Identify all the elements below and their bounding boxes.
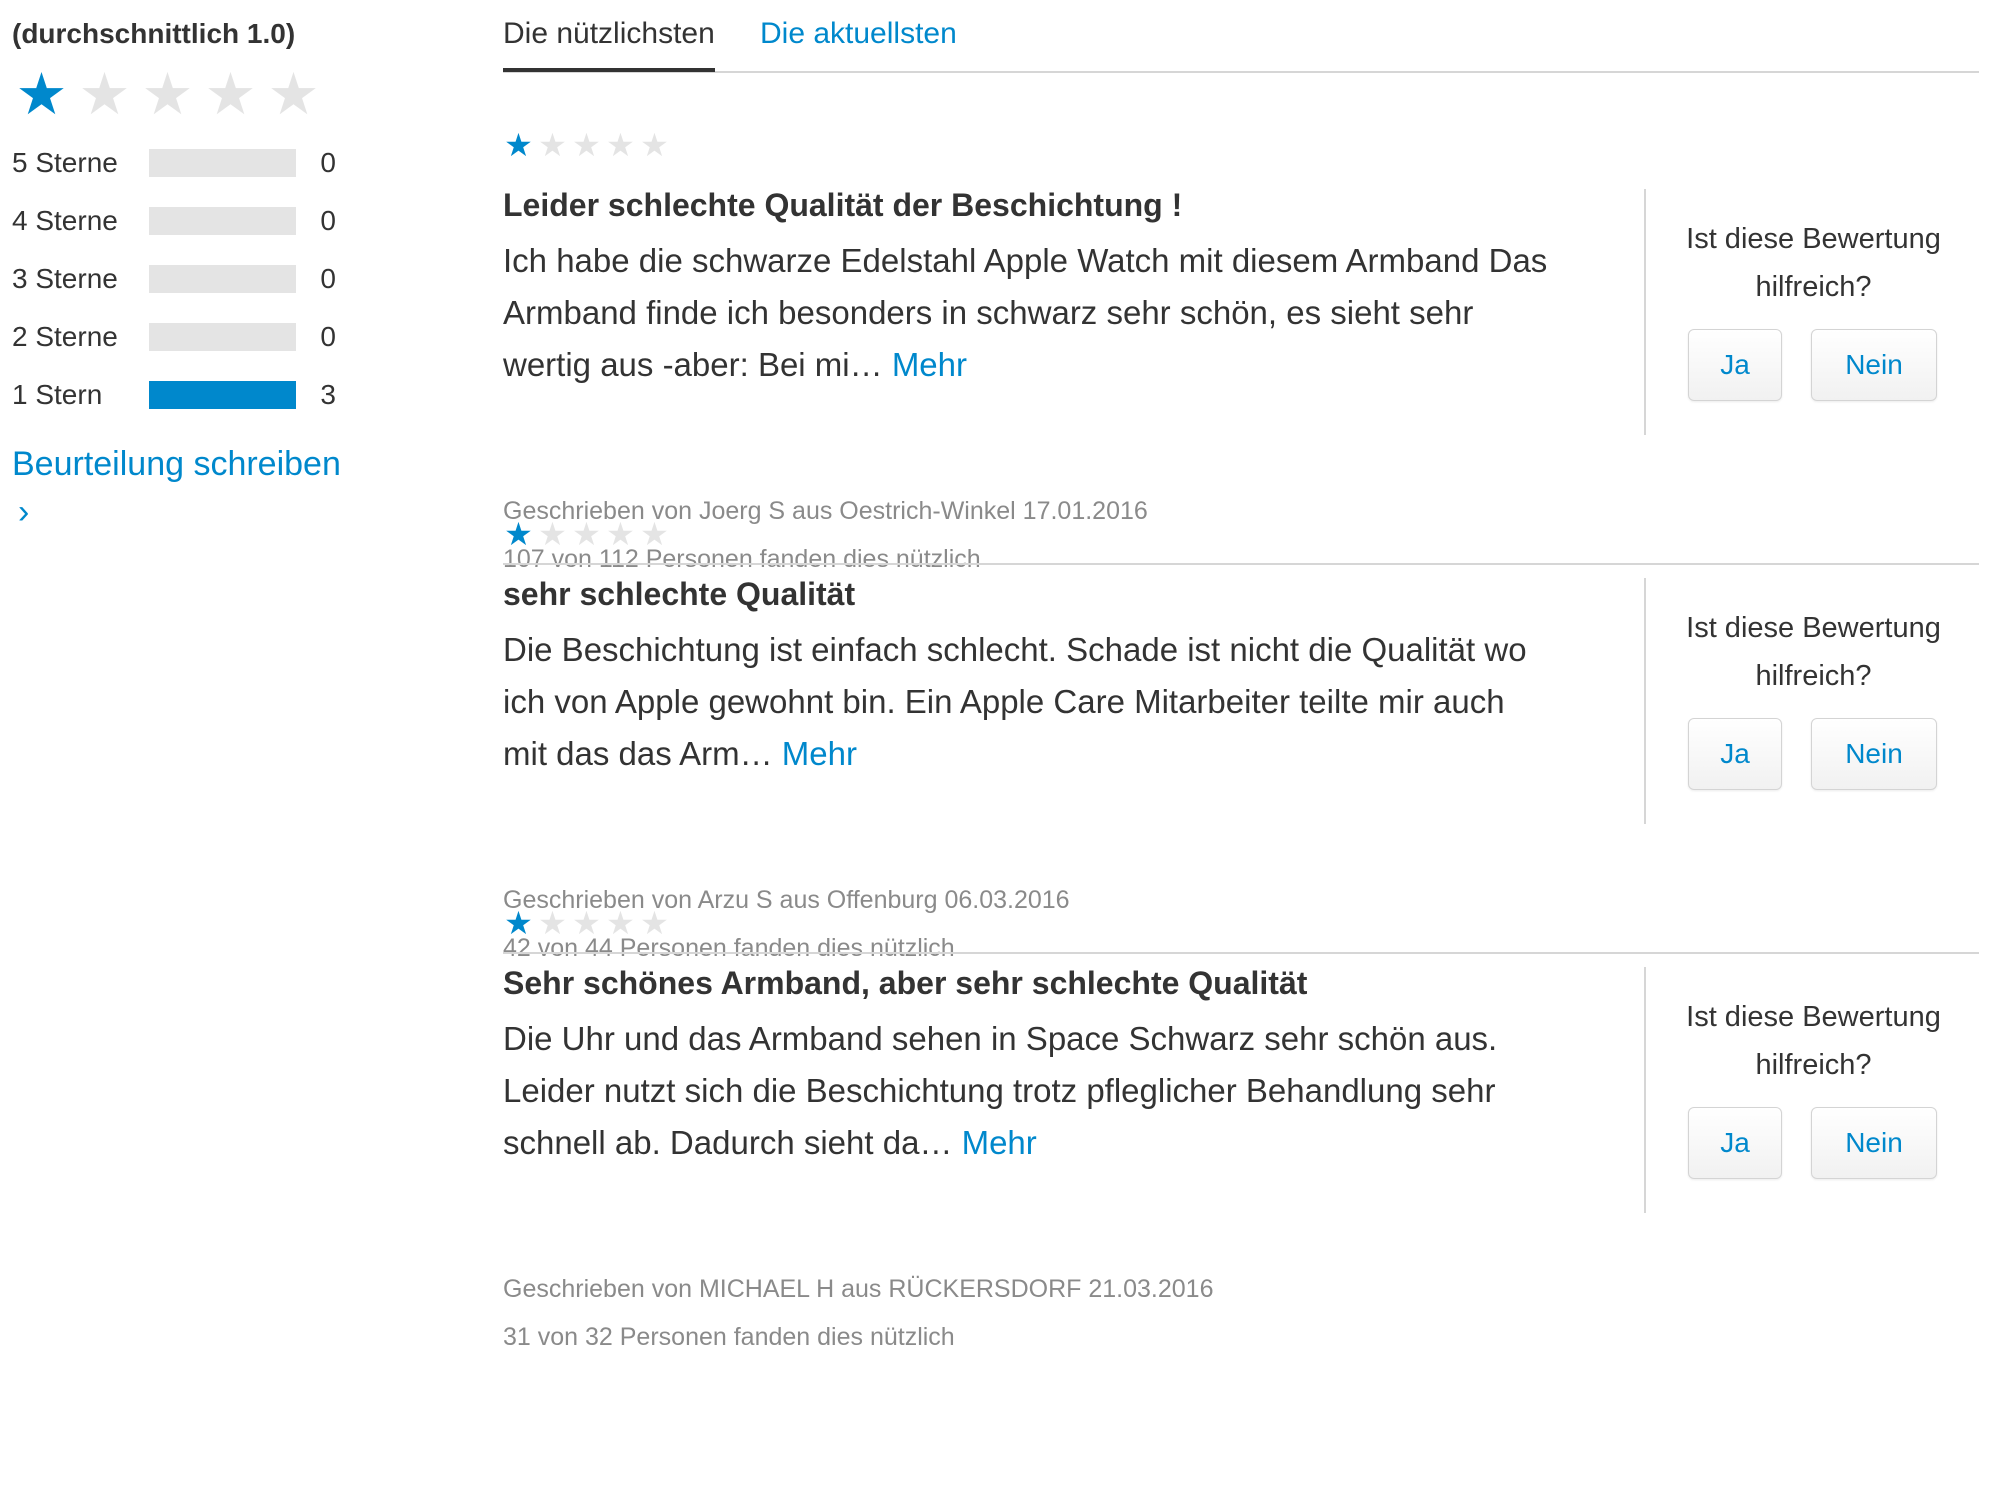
helpful-vote-panel: Ist diese Bewertung hilfreich? Ja Nein: [1644, 967, 1981, 1213]
histogram-bar: [149, 381, 296, 409]
review-body: Die Uhr und das Armband sehen in Space S…: [503, 1013, 1563, 1169]
review-body: Die Beschichtung ist einfach schlecht. S…: [503, 624, 1563, 780]
rating-histogram: 5 Sterne 0 4 Sterne 0 3 Sterne 0 2 Stern…: [12, 134, 372, 424]
chevron-right-icon[interactable]: ›: [18, 492, 372, 532]
helpful-question-line: hilfreich?: [1755, 660, 1872, 692]
histogram-label: 3 Sterne: [12, 263, 118, 294]
star-filled-icon: ★: [15, 62, 68, 127]
histogram-bar: [149, 323, 296, 351]
review-body-line-last: mit das das Arm… Mehr: [503, 728, 1563, 780]
helpful-question: Ist diese Bewertung hilfreich?: [1646, 604, 1981, 700]
more-link[interactable]: Mehr: [892, 346, 967, 383]
review-item: ★ ★ ★ ★ ★ Sehr schönes Armband, aber seh…: [503, 849, 1981, 1351]
histogram-label: 2 Sterne: [12, 321, 118, 352]
star-empty-icon: ★: [538, 127, 567, 163]
review-title: Sehr schönes Armband, aber sehr schlecht…: [503, 965, 1308, 1001]
histogram-bar: [149, 265, 296, 293]
histogram-count: 3: [320, 379, 336, 410]
helpful-question: Ist diese Bewertung hilfreich?: [1646, 993, 1981, 1089]
review-body-line: wertig aus -aber: Bei mi…: [503, 346, 883, 383]
average-rating-label: (durchschnittlich 1.0): [12, 18, 296, 49]
review-title: Leider schlechte Qualität der Beschichtu…: [503, 187, 1183, 223]
review-body-line: Die Beschichtung ist einfach schlecht. S…: [503, 631, 1527, 668]
review-title: sehr schlechte Qualität: [503, 576, 856, 612]
histogram-row-1[interactable]: 1 Stern 3: [12, 366, 372, 424]
helpful-vote-panel: Ist diese Bewertung hilfreich? Ja Nein: [1644, 578, 1981, 824]
helpful-question: Ist diese Bewertung hilfreich?: [1646, 215, 1981, 311]
histogram-bar: [149, 207, 296, 235]
star-empty-icon: ★: [640, 905, 669, 941]
star-empty-icon: ★: [78, 62, 131, 127]
star-empty-icon: ★: [267, 62, 320, 127]
write-review-link[interactable]: Beurteilung schreiben: [12, 442, 372, 486]
histogram-row-5[interactable]: 5 Sterne 0: [12, 134, 372, 192]
histogram-row-4[interactable]: 4 Sterne 0: [12, 192, 372, 250]
tab-most-recent[interactable]: Die aktuellsten: [760, 14, 957, 54]
histogram-count: 0: [320, 321, 336, 352]
helpful-question-line: hilfreich?: [1755, 271, 1872, 303]
star-filled-icon: ★: [504, 905, 533, 941]
star-empty-icon: ★: [572, 905, 601, 941]
helpful-vote-panel: Ist diese Bewertung hilfreich? Ja Nein: [1644, 189, 1981, 435]
sort-tabs: Die nützlichsten Die aktuellsten: [503, 0, 1979, 73]
star-empty-icon: ★: [572, 127, 601, 163]
review-body-line: schnell ab. Dadurch sieht da…: [503, 1124, 953, 1161]
no-button[interactable]: Nein: [1811, 718, 1937, 790]
histogram-label: 5 Sterne: [12, 147, 118, 178]
review-helpful-count: 31 von 32 Personen fanden dies nützlich: [503, 1323, 955, 1351]
review-star-rating: ★ ★ ★ ★ ★: [503, 518, 670, 550]
star-empty-icon: ★: [538, 905, 567, 941]
helpful-question-line: Ist diese Bewertung: [1686, 612, 1941, 644]
review-body-line: Armband finde ich besonders in schwarz s…: [503, 294, 1474, 331]
star-empty-icon: ★: [538, 516, 567, 552]
review-body-line-last: schnell ab. Dadurch sieht da… Mehr: [503, 1117, 1563, 1169]
histogram-count: 0: [320, 263, 336, 294]
more-link[interactable]: Mehr: [782, 735, 857, 772]
star-empty-icon: ★: [606, 127, 635, 163]
review-body-line: Ich habe die schwarze Edelstahl Apple Wa…: [503, 242, 1548, 279]
star-empty-icon: ★: [204, 62, 257, 127]
star-empty-icon: ★: [606, 516, 635, 552]
review-body: Ich habe die schwarze Edelstahl Apple Wa…: [503, 235, 1563, 391]
star-empty-icon: ★: [572, 516, 601, 552]
more-link[interactable]: Mehr: [962, 1124, 1037, 1161]
rating-summary: (durchschnittlich 1.0) ★ ★ ★ ★ ★ 5 Stern…: [12, 14, 372, 532]
star-empty-icon: ★: [640, 127, 669, 163]
review-body-line: ich von Apple gewohnt bin. Ein Apple Car…: [503, 683, 1505, 720]
review-meta: Geschrieben von MICHAEL H aus RÜCKERSDOR…: [503, 1265, 1214, 1361]
star-filled-icon: ★: [504, 516, 533, 552]
star-empty-icon: ★: [606, 905, 635, 941]
review-author: Geschrieben von MICHAEL H aus RÜCKERSDOR…: [503, 1275, 1214, 1303]
review-body-line: Leider nutzt sich die Beschichtung trotz…: [503, 1072, 1496, 1109]
review-star-rating: ★ ★ ★ ★ ★: [503, 129, 670, 161]
histogram-label: 4 Sterne: [12, 205, 118, 236]
histogram-bar: [149, 149, 296, 177]
reviews-page: (durchschnittlich 1.0) ★ ★ ★ ★ ★ 5 Stern…: [0, 0, 1992, 1502]
histogram-row-2[interactable]: 2 Sterne 0: [12, 308, 372, 366]
histogram-label: 1 Stern: [12, 379, 103, 410]
yes-button[interactable]: Ja: [1688, 329, 1782, 401]
review-star-rating: ★ ★ ★ ★ ★: [503, 907, 670, 939]
review-body-line-last: wertig aus -aber: Bei mi… Mehr: [503, 339, 1563, 391]
average-star-rating: ★ ★ ★ ★ ★: [12, 66, 372, 124]
yes-button[interactable]: Ja: [1688, 1107, 1782, 1179]
review-body-line: mit das das Arm…: [503, 735, 773, 772]
helpful-question-line: hilfreich?: [1755, 1049, 1872, 1081]
helpful-question-line: Ist diese Bewertung: [1686, 1001, 1941, 1033]
histogram-count: 0: [320, 205, 336, 236]
star-empty-icon: ★: [141, 62, 194, 127]
review-body-line: Die Uhr und das Armband sehen in Space S…: [503, 1020, 1498, 1057]
helpful-question-line: Ist diese Bewertung: [1686, 223, 1941, 255]
star-filled-icon: ★: [504, 127, 533, 163]
histogram-count: 0: [320, 147, 336, 178]
star-empty-icon: ★: [640, 516, 669, 552]
histogram-row-3[interactable]: 3 Sterne 0: [12, 250, 372, 308]
no-button[interactable]: Nein: [1811, 329, 1937, 401]
tab-most-helpful[interactable]: Die nützlichsten: [503, 14, 715, 72]
no-button[interactable]: Nein: [1811, 1107, 1937, 1179]
histogram-bar-fill: [149, 381, 296, 409]
yes-button[interactable]: Ja: [1688, 718, 1782, 790]
